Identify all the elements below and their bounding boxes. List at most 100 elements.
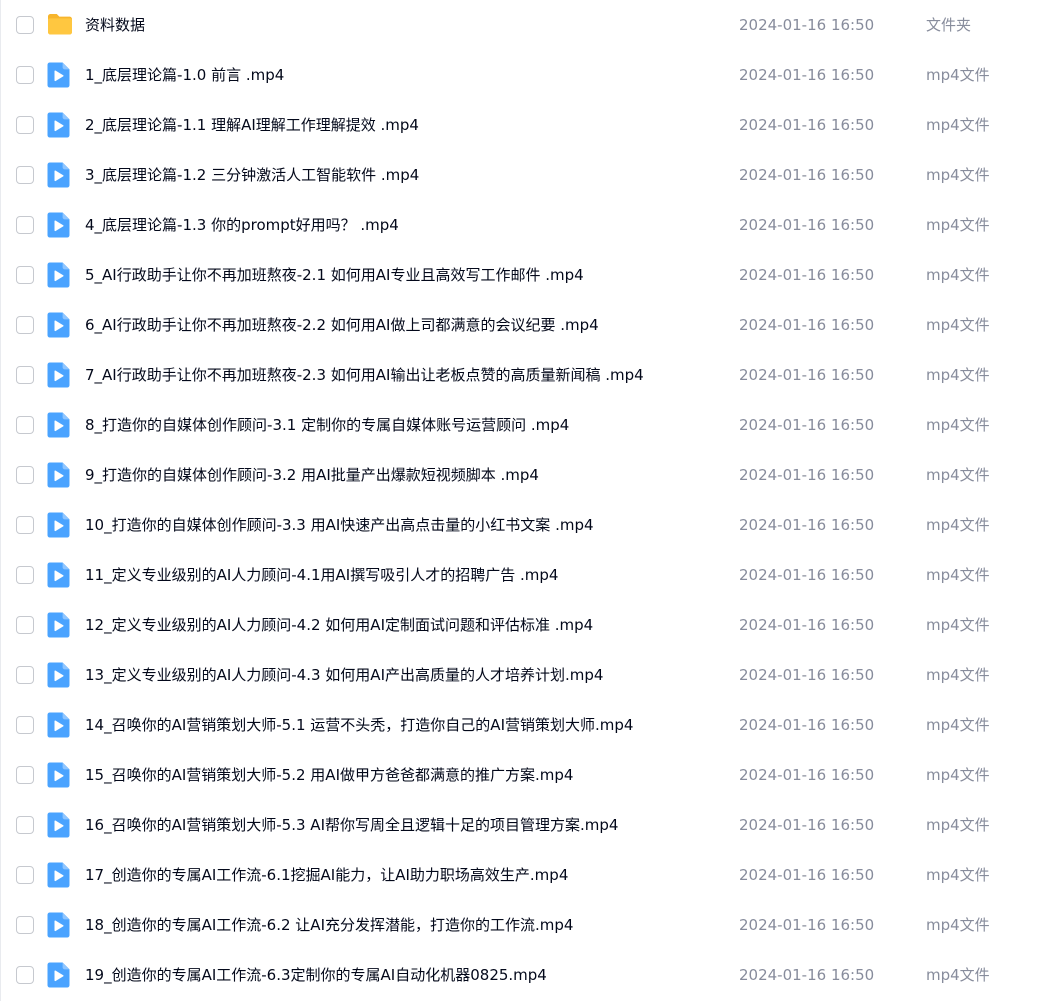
- file-type: mp4文件: [926, 616, 990, 634]
- modified-date: 2024-01-16 16:50: [739, 266, 875, 284]
- file-name[interactable]: 4_底层理论篇-1.3 你的prompt好用吗？ .mp4: [85, 200, 399, 250]
- row-checkbox[interactable]: [16, 766, 34, 784]
- file-type: mp4文件: [926, 266, 990, 284]
- file-type: mp4文件: [926, 416, 990, 434]
- file-name[interactable]: 1_底层理论篇-1.0 前言 .mp4: [85, 50, 284, 100]
- file-type: mp4文件: [926, 366, 990, 384]
- modified-date: 2024-01-16 16:50: [739, 916, 875, 934]
- video-file-icon: [47, 262, 71, 288]
- file-name[interactable]: 10_打造你的自媒体创作顾问-3.3 用AI快速产出高点击量的小红书文案 .mp…: [85, 500, 594, 550]
- file-row[interactable]: 17_创造你的专属AI工作流-6.1挖掘AI能力，让AI助力职场高效生产.mp4…: [0, 850, 1040, 900]
- row-checkbox[interactable]: [16, 366, 34, 384]
- file-row[interactable]: 6_AI行政助手让你不再加班熬夜-2.2 如何用AI做上司都满意的会议纪要 .m…: [0, 300, 1040, 350]
- file-name[interactable]: 3_底层理论篇-1.2 三分钟激活人工智能软件 .mp4: [85, 150, 419, 200]
- video-file-icon: [47, 862, 71, 888]
- row-checkbox[interactable]: [16, 166, 34, 184]
- file-type: mp4文件: [926, 516, 990, 534]
- file-row[interactable]: 3_底层理论篇-1.2 三分钟激活人工智能软件 .mp4 2024-01-16 …: [0, 150, 1040, 200]
- video-file-icon: [47, 312, 71, 338]
- file-row[interactable]: 5_AI行政助手让你不再加班熬夜-2.1 如何用AI专业且高效写工作邮件 .mp…: [0, 250, 1040, 300]
- file-name[interactable]: 8_打造你的自媒体创作顾问-3.1 定制你的专属自媒体账号运营顾问 .mp4: [85, 400, 569, 450]
- video-file-icon: [47, 612, 71, 638]
- file-type: mp4文件: [926, 166, 990, 184]
- file-type: mp4文件: [926, 466, 990, 484]
- modified-date: 2024-01-16 16:50: [739, 966, 875, 984]
- file-type: mp4文件: [926, 816, 990, 834]
- file-name[interactable]: 5_AI行政助手让你不再加班熬夜-2.1 如何用AI专业且高效写工作邮件 .mp…: [85, 250, 584, 300]
- file-row[interactable]: 10_打造你的自媒体创作顾问-3.3 用AI快速产出高点击量的小红书文案 .mp…: [0, 500, 1040, 550]
- file-row[interactable]: 13_定义专业级别的AI人力顾问-4.3 如何用AI产出高质量的人才培养计划.m…: [0, 650, 1040, 700]
- row-checkbox[interactable]: [16, 966, 34, 984]
- file-row[interactable]: 15_召唤你的AI营销策划大师-5.2 用AI做甲方爸爸都满意的推广方案.mp4…: [0, 750, 1040, 800]
- file-name[interactable]: 2_底层理论篇-1.1 理解AI理解工作理解提效 .mp4: [85, 100, 419, 150]
- file-name[interactable]: 16_召唤你的AI营销策划大师-5.3 AI帮你写周全且逻辑十足的项目管理方案.…: [85, 800, 618, 850]
- file-row[interactable]: 资料数据 2024-01-16 16:50 文件夹: [0, 0, 1040, 50]
- file-type: mp4文件: [926, 916, 990, 934]
- file-row[interactable]: 16_召唤你的AI营销策划大师-5.3 AI帮你写周全且逻辑十足的项目管理方案.…: [0, 800, 1040, 850]
- file-name[interactable]: 17_创造你的专属AI工作流-6.1挖掘AI能力，让AI助力职场高效生产.mp4: [85, 850, 568, 900]
- file-row[interactable]: 12_定义专业级别的AI人力顾问-4.2 如何用AI定制面试问题和评估标准 .m…: [0, 600, 1040, 650]
- video-file-icon: [47, 912, 71, 938]
- row-checkbox[interactable]: [16, 416, 34, 434]
- file-row[interactable]: 1_底层理论篇-1.0 前言 .mp4 2024-01-16 16:50 mp4…: [0, 50, 1040, 100]
- modified-date: 2024-01-16 16:50: [739, 466, 875, 484]
- modified-date: 2024-01-16 16:50: [739, 216, 875, 234]
- file-name[interactable]: 14_召唤你的AI营销策划大师-5.1 运营不头秃，打造你自己的AI营销策划大师…: [85, 700, 633, 750]
- video-file-icon: [47, 812, 71, 838]
- row-checkbox[interactable]: [16, 266, 34, 284]
- file-name[interactable]: 9_打造你的自媒体创作顾问-3.2 用AI批量产出爆款短视频脚本 .mp4: [85, 450, 539, 500]
- file-row[interactable]: 8_打造你的自媒体创作顾问-3.1 定制你的专属自媒体账号运营顾问 .mp4 2…: [0, 400, 1040, 450]
- file-row[interactable]: 9_打造你的自媒体创作顾问-3.2 用AI批量产出爆款短视频脚本 .mp4 20…: [0, 450, 1040, 500]
- row-checkbox[interactable]: [16, 116, 34, 134]
- modified-date: 2024-01-16 16:50: [739, 866, 875, 884]
- file-type: mp4文件: [926, 966, 990, 984]
- row-checkbox[interactable]: [16, 866, 34, 884]
- modified-date: 2024-01-16 16:50: [739, 416, 875, 434]
- file-row[interactable]: 4_底层理论篇-1.3 你的prompt好用吗？ .mp4 2024-01-16…: [0, 200, 1040, 250]
- row-checkbox[interactable]: [16, 66, 34, 84]
- modified-date: 2024-01-16 16:50: [739, 516, 875, 534]
- file-name[interactable]: 7_AI行政助手让你不再加班熬夜-2.3 如何用AI输出让老板点赞的高质量新闻稿…: [85, 350, 644, 400]
- modified-date: 2024-01-16 16:50: [739, 316, 875, 334]
- row-checkbox[interactable]: [16, 516, 34, 534]
- file-name[interactable]: 资料数据: [85, 0, 145, 50]
- file-name[interactable]: 6_AI行政助手让你不再加班熬夜-2.2 如何用AI做上司都满意的会议纪要 .m…: [85, 300, 599, 350]
- file-row[interactable]: 18_创造你的专属AI工作流-6.2 让AI充分发挥潜能，打造你的工作流.mp4…: [0, 900, 1040, 950]
- row-checkbox[interactable]: [16, 566, 34, 584]
- modified-date: 2024-01-16 16:50: [739, 16, 875, 34]
- file-name[interactable]: 13_定义专业级别的AI人力顾问-4.3 如何用AI产出高质量的人才培养计划.m…: [85, 650, 603, 700]
- file-name[interactable]: 18_创造你的专属AI工作流-6.2 让AI充分发挥潜能，打造你的工作流.mp4: [85, 900, 573, 950]
- modified-date: 2024-01-16 16:50: [739, 366, 875, 384]
- row-checkbox[interactable]: [16, 716, 34, 734]
- file-row[interactable]: 2_底层理论篇-1.1 理解AI理解工作理解提效 .mp4 2024-01-16…: [0, 100, 1040, 150]
- file-type: mp4文件: [926, 866, 990, 884]
- row-checkbox[interactable]: [16, 916, 34, 934]
- file-row[interactable]: 7_AI行政助手让你不再加班熬夜-2.3 如何用AI输出让老板点赞的高质量新闻稿…: [0, 350, 1040, 400]
- video-file-icon: [47, 62, 71, 88]
- row-checkbox[interactable]: [16, 666, 34, 684]
- row-checkbox[interactable]: [16, 316, 34, 334]
- file-type: mp4文件: [926, 566, 990, 584]
- row-checkbox[interactable]: [16, 216, 34, 234]
- video-file-icon: [47, 462, 71, 488]
- file-name[interactable]: 19_创造你的专属AI工作流-6.3定制你的专属AI自动化机器0825.mp4: [85, 950, 547, 1000]
- file-name[interactable]: 12_定义专业级别的AI人力顾问-4.2 如何用AI定制面试问题和评估标准 .m…: [85, 600, 593, 650]
- file-name[interactable]: 15_召唤你的AI营销策划大师-5.2 用AI做甲方爸爸都满意的推广方案.mp4: [85, 750, 573, 800]
- row-checkbox[interactable]: [16, 616, 34, 634]
- file-row[interactable]: 19_创造你的专属AI工作流-6.3定制你的专属AI自动化机器0825.mp4 …: [0, 950, 1040, 1000]
- row-checkbox[interactable]: [16, 16, 34, 34]
- modified-date: 2024-01-16 16:50: [739, 566, 875, 584]
- modified-date: 2024-01-16 16:50: [739, 666, 875, 684]
- video-file-icon: [47, 412, 71, 438]
- modified-date: 2024-01-16 16:50: [739, 66, 875, 84]
- video-file-icon: [47, 162, 71, 188]
- row-checkbox[interactable]: [16, 816, 34, 834]
- video-file-icon: [47, 962, 71, 988]
- video-file-icon: [47, 762, 71, 788]
- file-name[interactable]: 11_定义专业级别的AI人力顾问-4.1用AI撰写吸引人才的招聘广告 .mp4: [85, 550, 558, 600]
- file-list: 资料数据 2024-01-16 16:50 文件夹 1_底层理论篇-1.0 前言…: [0, 0, 1040, 1000]
- file-type: mp4文件: [926, 66, 990, 84]
- file-row[interactable]: 14_召唤你的AI营销策划大师-5.1 运营不头秃，打造你自己的AI营销策划大师…: [0, 700, 1040, 750]
- row-checkbox[interactable]: [16, 466, 34, 484]
- file-row[interactable]: 11_定义专业级别的AI人力顾问-4.1用AI撰写吸引人才的招聘广告 .mp4 …: [0, 550, 1040, 600]
